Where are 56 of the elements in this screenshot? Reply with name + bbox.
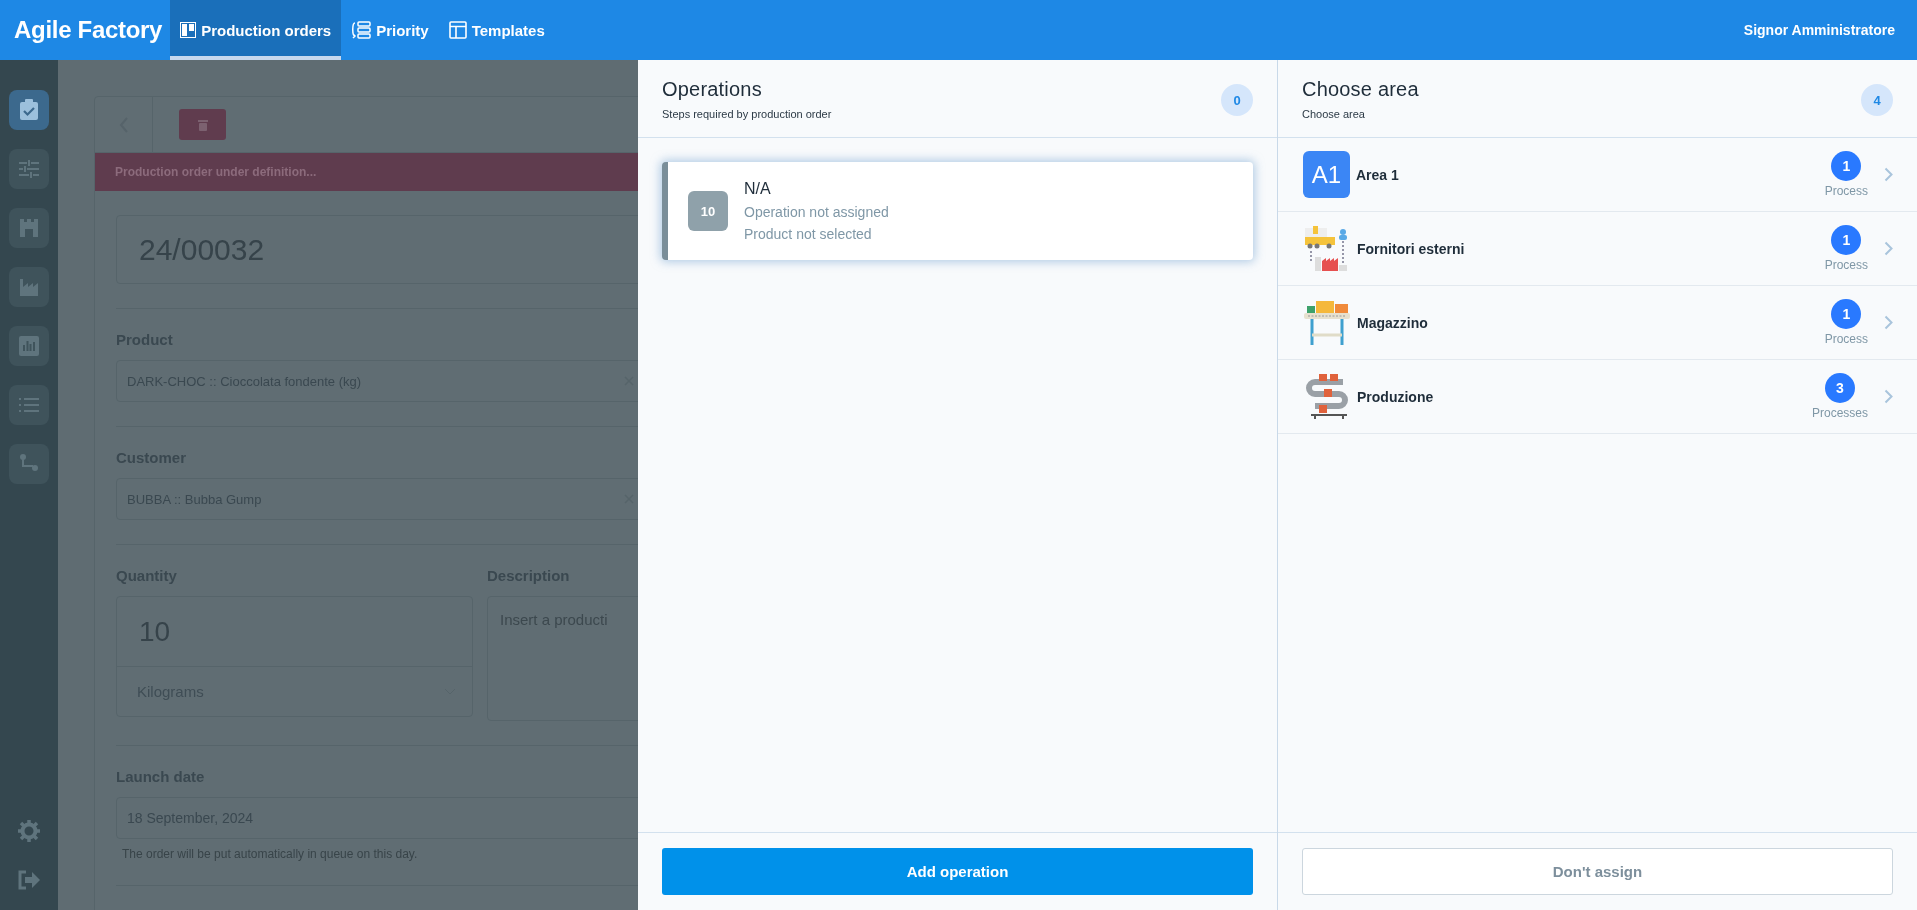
process-count: 1: [1831, 299, 1862, 329]
process-label: Process: [1824, 332, 1868, 346]
process-count: 3: [1825, 373, 1855, 403]
area-row[interactable]: Magazzino 1 Process: [1278, 286, 1917, 360]
area-monogram: A1: [1303, 151, 1350, 198]
priority-list-icon: [351, 21, 372, 39]
list-icon: [19, 397, 39, 413]
settings-icon: [18, 820, 40, 842]
flow-icon: [19, 454, 39, 474]
add-operation-button[interactable]: Add operation: [662, 848, 1253, 895]
nav-tab[interactable]: Templates: [438, 0, 555, 60]
panel-subtitle: Choose area: [1302, 108, 1366, 120]
count-badge: 0: [1221, 84, 1253, 116]
clipboard-check-icon: [19, 99, 39, 121]
operation-detail: Operation not assigned: [744, 204, 889, 220]
chevron-right-icon: [1884, 241, 1893, 256]
area-row[interactable]: A1 Area 1 1 Process: [1278, 138, 1917, 212]
panel-subtitle: Steps required by production order: [662, 108, 832, 120]
chevron-right-icon: [1884, 167, 1893, 182]
process-count: 1: [1831, 225, 1862, 255]
area-name: Magazzino: [1357, 314, 1429, 331]
app-title: Agile Factory: [13, 15, 164, 45]
operation-card[interactable]: 10 N/A Operation not assigned Product not selected: [662, 162, 1253, 260]
sliders-icon: [18, 159, 40, 179]
factory-icon: [19, 278, 39, 296]
trash-icon: [197, 118, 208, 131]
delete-button[interactable]: [179, 109, 226, 140]
operation-title: N/A: [744, 180, 772, 198]
process-label: Process: [1824, 184, 1868, 198]
process-label: Process: [1824, 258, 1868, 272]
panel-title: Choose area: [1302, 78, 1419, 101]
conveyor-belt-drawing: [1303, 372, 1351, 421]
count-badge: 4: [1861, 84, 1893, 116]
user-name[interactable]: Signor Amministratore: [1743, 0, 1917, 60]
chevron-right-icon: [1884, 389, 1893, 404]
area-row[interactable]: Produzione 3 Processes: [1278, 360, 1917, 434]
sidebar-button[interactable]: [9, 90, 49, 130]
process-label: Processes: [1811, 406, 1868, 420]
building-icon: [19, 218, 39, 238]
nav-tab[interactable]: Production orders: [170, 0, 342, 60]
area-name: Fornitori esterni: [1357, 240, 1466, 257]
area-name: Produzione: [1357, 388, 1435, 405]
nav-tab[interactable]: Priority: [341, 0, 439, 60]
shelf-boxes-drawing: [1303, 298, 1351, 347]
bar-chart-icon: [19, 336, 39, 356]
operation-detail: Product not selected: [744, 226, 873, 242]
logout-icon: [17, 870, 41, 890]
dont-assign-button[interactable]: Don't assign: [1302, 848, 1893, 895]
area-name: Area 1: [1356, 166, 1400, 183]
board-icon: [180, 22, 197, 38]
layout-icon: [448, 21, 467, 39]
area-row[interactable]: Fornitori esterni 1 Process: [1278, 212, 1917, 286]
panel-title: Operations: [662, 78, 763, 101]
process-count: 1: [1831, 151, 1862, 181]
chevron-right-icon: [1884, 315, 1893, 330]
step-number: 10: [688, 191, 728, 231]
